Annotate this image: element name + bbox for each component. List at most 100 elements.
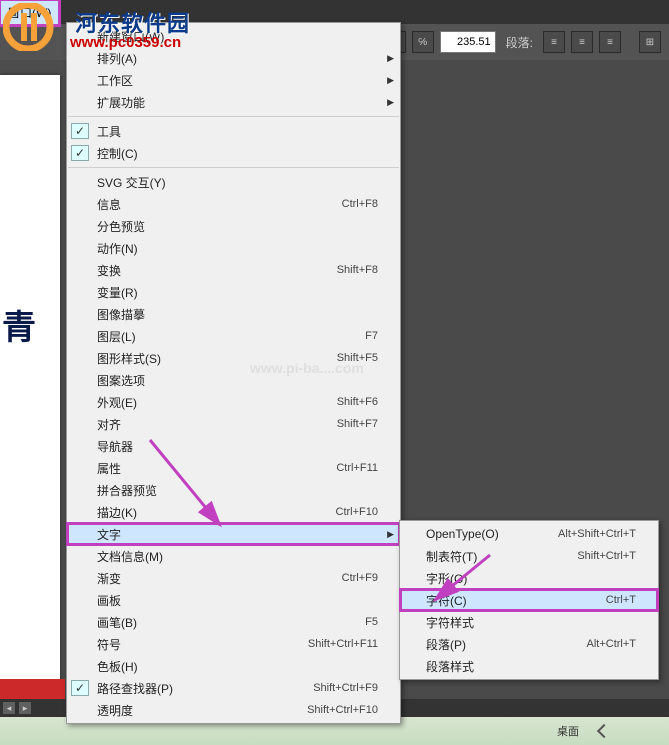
menu-item-label: 排列(A) (93, 50, 378, 67)
menu-item[interactable]: ✓工具 (67, 120, 400, 142)
menu-item-label: 变量(R) (93, 284, 378, 301)
menu-item-shortcut: Shift+F8 (337, 264, 392, 276)
menu-item[interactable]: ✓路径查找器(P)Shift+Ctrl+F9 (67, 677, 400, 699)
submenu-arrow-icon: ▶ (387, 53, 394, 64)
menu-item[interactable]: 画笔(B)F5 (67, 611, 400, 633)
menu-item[interactable]: 图像描摹 (67, 303, 400, 325)
submenu-item[interactable]: 制表符(T)Shift+Ctrl+T (400, 545, 658, 567)
submenu-item[interactable]: 字形(G) (400, 567, 658, 589)
submenu-item[interactable]: 字符(C)Ctrl+T (400, 589, 658, 611)
menu-item-label: 动作(N) (93, 240, 378, 257)
menu-item[interactable]: 描边(K)Ctrl+F10 (67, 501, 400, 523)
menu-item[interactable]: 文档信息(M) (67, 545, 400, 567)
type-submenu: OpenType(O)Alt+Shift+Ctrl+T制表符(T)Shift+C… (399, 520, 659, 680)
submenu-item-label: 段落(P) (422, 636, 586, 653)
menu-item-label: SVG 交互(Y) (93, 174, 378, 191)
scroll-right-button[interactable]: ▸ (18, 701, 32, 715)
menu-item[interactable]: 符号Shift+Ctrl+F11 (67, 633, 400, 655)
menu-item[interactable]: 文字 ▶ (67, 523, 400, 545)
submenu-item-shortcut: Alt+Ctrl+T (586, 638, 650, 650)
menu-item-label: 文字 (93, 526, 378, 543)
taskbar-chevron-icon[interactable] (597, 724, 611, 738)
menu-item-shortcut: Ctrl+F9 (342, 572, 392, 584)
align-left-button[interactable]: ≡ (543, 31, 565, 53)
value-input[interactable] (440, 31, 496, 53)
submenu-arrow-icon: ▶ (387, 97, 394, 108)
submenu-item-label: 字形(G) (422, 570, 636, 587)
menu-item-label: 描边(K) (93, 504, 336, 521)
align-center-button[interactable]: ≡ (571, 31, 593, 53)
menu-item-shortcut: Shift+F5 (337, 352, 392, 364)
menu-item-label: 符号 (93, 636, 308, 653)
submenu-item[interactable]: 字符样式 (400, 611, 658, 633)
menu-item-label: 图案选项 (93, 372, 378, 389)
menu-item[interactable]: ✓控制(C) (67, 142, 400, 164)
menu-item[interactable]: 图层(L)F7 (67, 325, 400, 347)
menu-item-shortcut: Shift+Ctrl+F10 (307, 704, 392, 716)
submenu-item[interactable]: OpenType(O)Alt+Shift+Ctrl+T (400, 523, 658, 545)
menu-item[interactable]: 扩展功能 ▶ (67, 91, 400, 113)
menu-separator (68, 167, 399, 168)
submenu-item-label: 制表符(T) (422, 548, 577, 565)
menu-item[interactable]: 导航器 (67, 435, 400, 457)
menu-item-shortcut: F5 (365, 616, 392, 628)
menu-item-shortcut: Shift+Ctrl+F9 (313, 682, 392, 694)
menu-item-label: 图像描摹 (93, 306, 378, 323)
scroll-left-button[interactable]: ◂ (2, 701, 16, 715)
submenu-item-shortcut: Alt+Shift+Ctrl+T (558, 528, 650, 540)
submenu-item[interactable]: 段落(P)Alt+Ctrl+T (400, 633, 658, 655)
menu-item-label: 拼合器预览 (93, 482, 378, 499)
menu-item[interactable]: 图案选项 (67, 369, 400, 391)
menu-item-label: 工具 (93, 123, 378, 140)
menu-item-label: 色板(H) (93, 658, 378, 675)
menu-item[interactable]: 属性Ctrl+F11 (67, 457, 400, 479)
menu-window[interactable]: 窗口(W) (0, 0, 59, 25)
menu-item-label: 扩展功能 (93, 94, 378, 111)
menu-item[interactable]: 变换Shift+F8 (67, 259, 400, 281)
menu-item[interactable]: 色板(H) (67, 655, 400, 677)
submenu-item-label: 字符(C) (422, 592, 606, 609)
submenu-arrow-icon: ▶ (387, 75, 394, 86)
menu-item[interactable]: SVG 交互(Y) (67, 171, 400, 193)
menu-item-label: 导航器 (93, 438, 378, 455)
menu-item-label: 新建窗口(W) (93, 28, 378, 45)
menu-item-shortcut: Ctrl+F10 (336, 506, 393, 518)
menu-item[interactable]: 动作(N) (67, 237, 400, 259)
menu-item[interactable]: 图形样式(S)Shift+F5 (67, 347, 400, 369)
toolbar-button[interactable]: ℅ (412, 31, 434, 53)
menu-item[interactable]: 外观(E)Shift+F6 (67, 391, 400, 413)
menu-item[interactable]: 工作区▶ (67, 69, 400, 91)
menu-item[interactable]: 排列(A) ▶ (67, 47, 400, 69)
menu-item[interactable]: 拼合器预览 (67, 479, 400, 501)
text-object[interactable]: 青 (2, 300, 36, 349)
menu-bar: 窗口(W) (0, 0, 669, 24)
panel-toggle-button[interactable]: ⊞ (639, 31, 661, 53)
menu-item[interactable]: 新建窗口(W) (67, 25, 400, 47)
menu-item-label: 文档信息(M) (93, 548, 378, 565)
submenu-item-shortcut: Shift+Ctrl+T (577, 550, 650, 562)
menu-item-label: 变换 (93, 262, 337, 279)
artboard[interactable]: 青 (0, 75, 60, 685)
menu-item-label: 信息 (93, 196, 342, 213)
submenu-item-label: 段落样式 (422, 658, 636, 675)
menu-item-label: 控制(C) (93, 145, 378, 162)
submenu-item[interactable]: 段落样式 (400, 655, 658, 677)
menu-item-shortcut: F7 (365, 330, 392, 342)
submenu-item-label: OpenType(O) (422, 527, 558, 541)
desktop-label[interactable]: 桌面 (557, 723, 579, 739)
menu-item-label: 对齐 (93, 416, 337, 433)
align-right-button[interactable]: ≡ (599, 31, 621, 53)
submenu-arrow-icon: ▶ (387, 529, 394, 540)
menu-item[interactable]: 变量(R) (67, 281, 400, 303)
menu-item-shortcut: Shift+F6 (337, 396, 392, 408)
menu-item[interactable]: 对齐Shift+F7 (67, 413, 400, 435)
menu-item[interactable]: 画板 (67, 589, 400, 611)
menu-item-label: 图层(L) (93, 328, 365, 345)
menu-item[interactable]: 透明度Shift+Ctrl+F10 (67, 699, 400, 721)
menu-item-shortcut: Ctrl+F11 (336, 462, 392, 474)
menu-item-label: 分色预览 (93, 218, 378, 235)
menu-item[interactable]: 信息Ctrl+F8 (67, 193, 400, 215)
menu-item[interactable]: 渐变Ctrl+F9 (67, 567, 400, 589)
menu-item-shortcut: Shift+Ctrl+F11 (308, 638, 392, 650)
menu-item[interactable]: 分色预览 (67, 215, 400, 237)
